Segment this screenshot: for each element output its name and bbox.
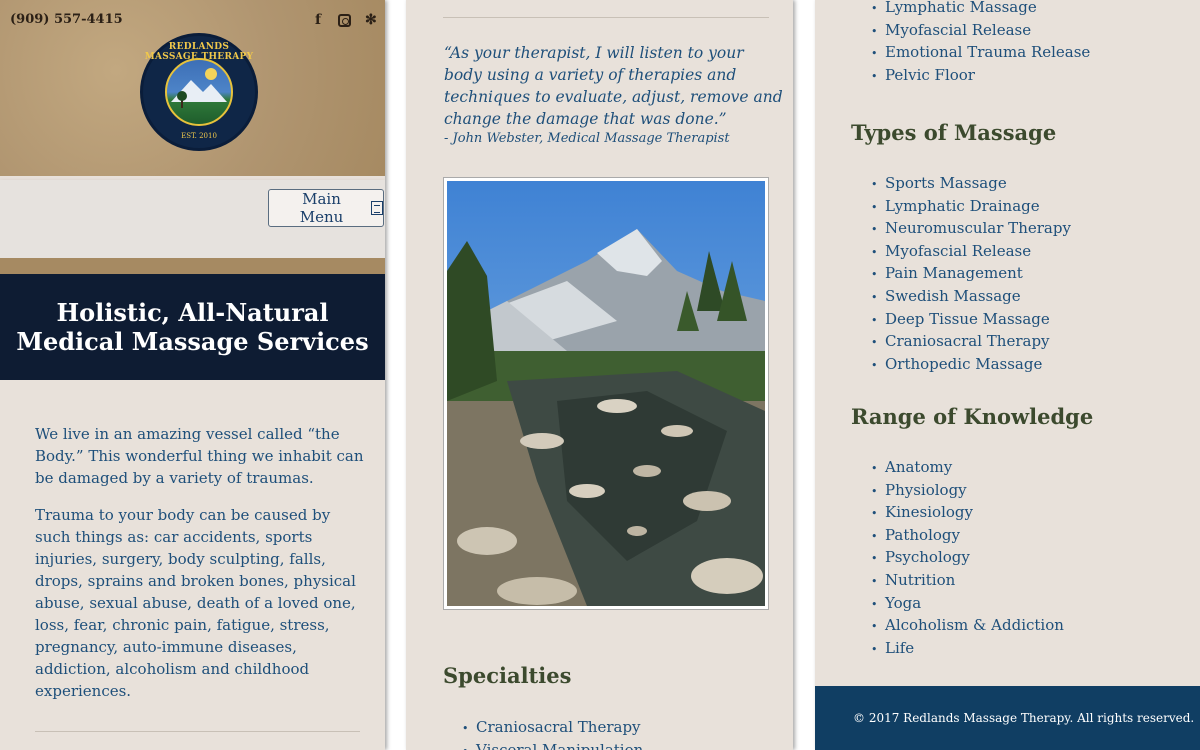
logo-est: EST. 2010 [181,132,217,140]
instagram-icon[interactable] [338,14,351,27]
section-divider [35,731,360,732]
mobile-view-bottom: Lymphatic Massage Myofascial Release Emo… [815,0,1200,750]
list-item: Emotional Trauma Release [865,42,1090,65]
list-item: Anatomy [865,457,1064,480]
list-item: Lymphatic Drainage [865,196,1071,219]
list-item: Life [865,638,1064,661]
main-menu-button[interactable]: Main Menu [268,189,384,227]
section-divider [443,17,769,18]
quote-author: - John Webster, Medical Massage Therapis… [444,131,730,146]
list-item: Deep Tissue Massage [865,309,1071,332]
list-item: Myofascial Release [865,20,1090,43]
intro-paragraph-1: We live in an amazing vessel called “the… [35,425,364,487]
mountain-stream-photo [443,177,769,610]
menu-list-icon [371,201,383,215]
list-item: Visceral Manipulation [456,740,643,750]
therapist-quote: “As your therapist, I will listen to you… [444,44,783,128]
logo-mountain-scene [165,58,233,126]
divider-strip [0,258,385,274]
list-item: Physiology [865,480,1064,503]
site-logo[interactable]: REDLANDS MASSAGE THERAPY EST. 2010 [140,33,258,151]
list-item: Nutrition [865,570,1064,593]
specialties-heading: Specialties [443,663,572,688]
list-item: Myofascial Release [865,241,1071,264]
list-item: Yoga [865,593,1064,616]
list-item: Pelvic Floor [865,65,1090,88]
mobile-view-top: (909) 557-4415 f ✻ REDLANDS MASSAGE THER… [0,0,385,750]
facebook-icon[interactable]: f [315,12,321,28]
phone-number-link[interactable]: (909) 557-4415 [10,12,123,27]
intro-paragraph-2: Trauma to your body can be caused by suc… [35,506,356,700]
list-item: Pain Management [865,263,1071,286]
hero-title-line2: Medical Massage Services [16,327,369,356]
site-header: (909) 557-4415 f ✻ REDLANDS MASSAGE THER… [0,0,385,176]
copyright-text: © 2017 Redlands Massage Therapy. All rig… [853,711,1195,725]
site-footer: © 2017 Redlands Massage Therapy. All rig… [815,686,1200,750]
hero-banner: Holistic, All-Natural Medical Massage Se… [0,274,385,380]
mobile-view-middle: “As your therapist, I will listen to you… [406,0,793,750]
list-item: Swedish Massage [865,286,1071,309]
list-item: Neuromuscular Therapy [865,218,1071,241]
specialties-list-continued: Lymphatic Massage Myofascial Release Emo… [865,0,1090,87]
types-of-massage-heading: Types of Massage [851,120,1057,145]
list-item: Orthopedic Massage [865,354,1071,377]
range-of-knowledge-heading: Range of Knowledge [851,404,1094,429]
landscape-image [447,181,765,606]
list-item: Alcoholism & Addiction [865,615,1064,638]
hero-title-line1: Holistic, All-Natural [56,298,329,327]
list-item: Craniosacral Therapy [456,717,643,740]
range-of-knowledge-list: Anatomy Physiology Kinesiology Pathology… [865,457,1064,660]
list-item: Psychology [865,547,1064,570]
list-item: Pathology [865,525,1064,548]
mountain-icon [171,68,227,108]
types-of-massage-list: Sports Massage Lymphatic Drainage Neurom… [865,173,1071,376]
photo-image [447,181,765,606]
main-menu-label: Main Menu [299,190,344,226]
list-item: Lymphatic Massage [865,0,1090,20]
specialties-list: Craniosacral Therapy Visceral Manipulati… [456,717,643,750]
list-item: Kinesiology [865,502,1064,525]
yelp-icon[interactable]: ✻ [365,12,377,28]
list-item: Sports Massage [865,173,1071,196]
list-item: Craniosacral Therapy [865,331,1071,354]
